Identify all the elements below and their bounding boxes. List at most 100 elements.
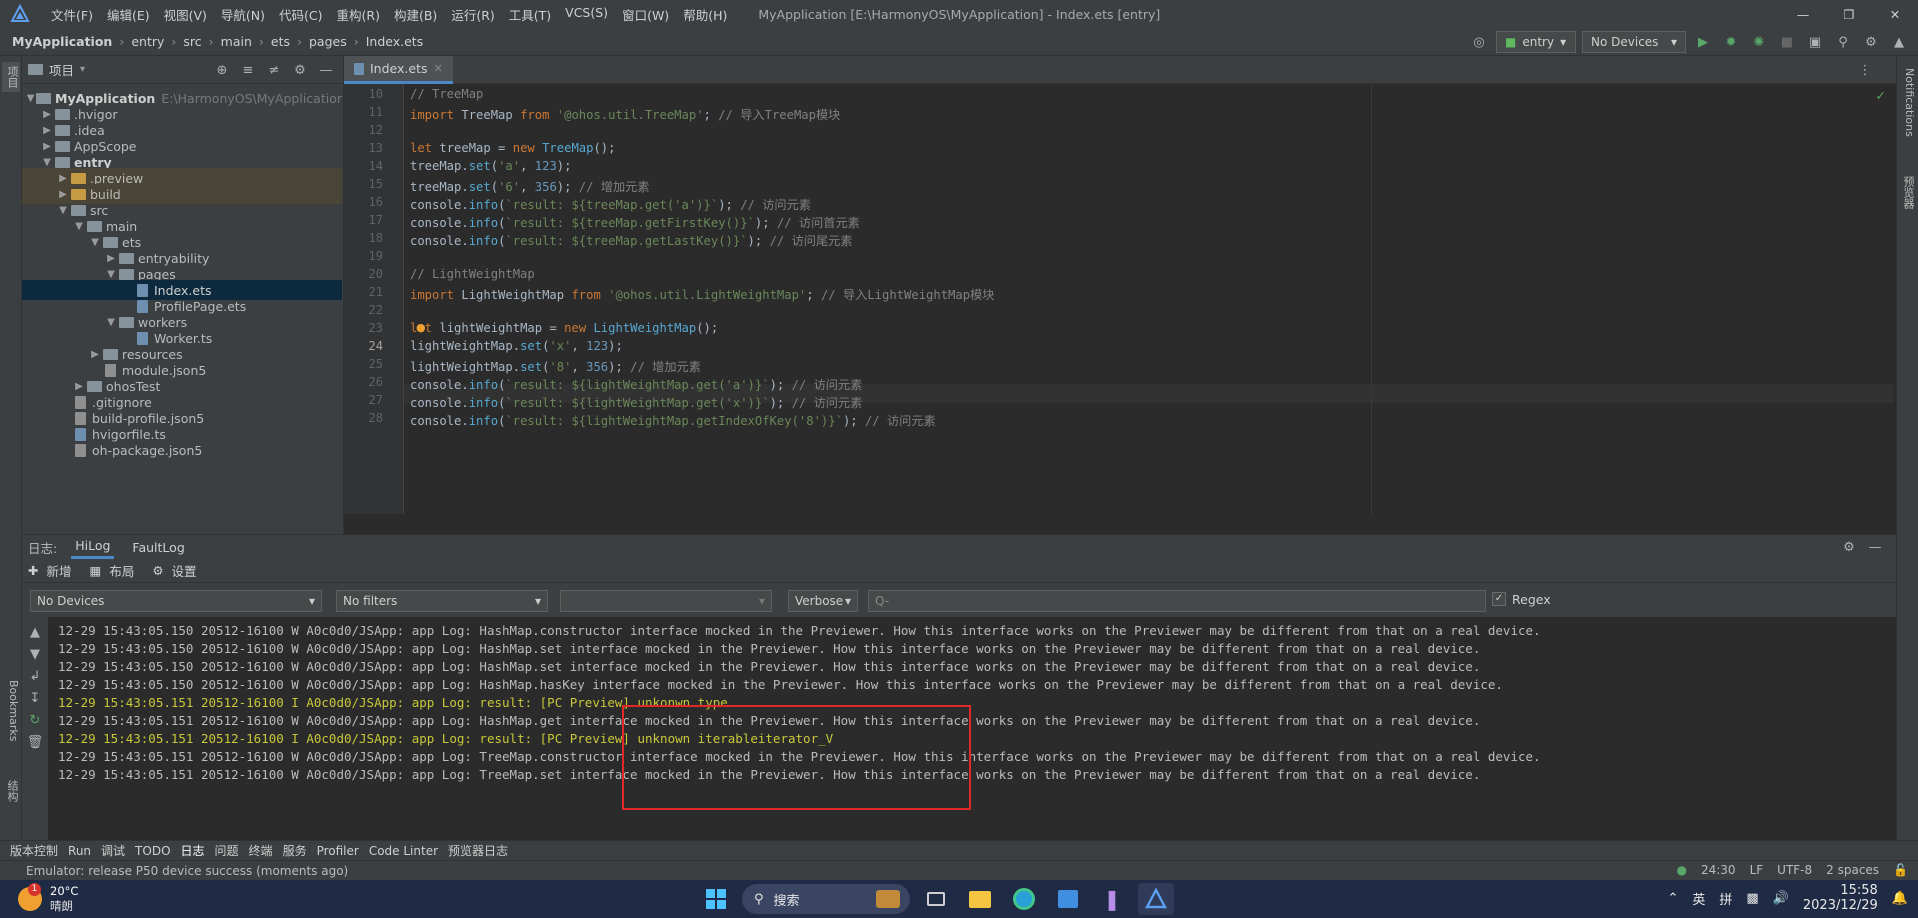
hide-icon[interactable]: — [1864, 536, 1886, 558]
collapse-all-icon[interactable]: ≠ [263, 59, 285, 81]
tab-version-control[interactable]: 版本控制 [10, 842, 58, 859]
tab-log[interactable]: 日志 [181, 842, 205, 859]
tab-todo[interactable]: TODO [135, 844, 170, 858]
tab-code-linter[interactable]: Code Linter [369, 844, 438, 858]
edge-browser-icon[interactable] [1006, 883, 1042, 915]
tab-profiler[interactable]: Profiler [317, 844, 359, 858]
chevron-right-icon[interactable]: ▶ [40, 125, 54, 136]
target-icon[interactable]: ◎ [1468, 31, 1490, 53]
breadcrumb-file[interactable]: Index.ets [366, 34, 424, 49]
menu-window[interactable]: 窗口(W) [615, 5, 676, 24]
chevron-down-icon[interactable]: ▾ [80, 64, 85, 75]
deveco-studio-icon[interactable] [1138, 883, 1174, 915]
tab-debug[interactable]: 调试 [101, 842, 125, 859]
editor-tab-index[interactable]: Index.ets ✕ [344, 56, 453, 84]
hide-icon[interactable]: — [315, 59, 337, 81]
regex-checkbox[interactable]: ✓ [1492, 592, 1506, 606]
close-icon[interactable]: ✕ [434, 62, 443, 75]
chevron-down-icon[interactable]: ▼ [56, 205, 70, 216]
device-manager-icon[interactable]: ▣ [1804, 31, 1826, 53]
log-search-input[interactable]: Q- [868, 590, 1486, 612]
lock-icon[interactable]: 🔓 [1893, 863, 1908, 877]
chevron-down-icon[interactable]: ▼ [40, 157, 54, 168]
chevron-down-icon[interactable]: ▼ [104, 317, 118, 328]
settings-button[interactable]: 设置 [172, 561, 197, 580]
soft-wrap-icon[interactable]: ↲ [24, 665, 46, 687]
search-icon[interactable]: ⚲ [1832, 31, 1854, 53]
breadcrumb-src[interactable]: src [183, 34, 201, 49]
attach-debugger-icon[interactable]: ✺ [1748, 31, 1770, 53]
log-output[interactable]: 12-29 15:43:05.150 20512-16100 W A0c0d0/… [48, 617, 1896, 841]
tree-item[interactable]: oh-package.json5 [22, 440, 342, 460]
caret-position[interactable]: 24:30 [1701, 863, 1736, 877]
breadcrumb-project[interactable]: MyApplication [12, 34, 112, 49]
gear-icon[interactable]: ⚙ [152, 563, 163, 578]
add-icon[interactable]: ✚ [28, 563, 38, 578]
tab-previewer-log[interactable]: 预览器日志 [448, 842, 508, 859]
project-tool-tab[interactable]: 项目 [2, 62, 20, 92]
breadcrumb-pages[interactable]: pages [309, 34, 347, 49]
ime-mode[interactable]: 拼 [1719, 889, 1732, 908]
scroll-to-end-icon[interactable]: ↧ [24, 687, 46, 709]
menu-help[interactable]: 帮助(H) [676, 5, 734, 24]
volume-icon[interactable]: 🔊 [1773, 891, 1789, 906]
network-icon[interactable]: ▩ [1746, 891, 1758, 906]
chevron-right-icon[interactable]: ▶ [56, 173, 70, 184]
tab-terminal[interactable]: 终端 [249, 842, 273, 859]
filter-select[interactable]: No filters ▾ [336, 590, 548, 612]
indent-setting[interactable]: 2 spaces [1826, 863, 1879, 877]
layout-icon[interactable]: ▦ [90, 563, 102, 578]
menu-navigate[interactable]: 导航(N) [214, 5, 272, 24]
chevron-right-icon[interactable]: ▶ [88, 349, 102, 360]
ime-language[interactable]: 英 [1692, 889, 1705, 908]
breadcrumb-main[interactable]: main [221, 34, 252, 49]
breadcrumb-ets[interactable]: ets [271, 34, 290, 49]
clock[interactable]: 15:58 2023/12/29 [1803, 883, 1878, 913]
layout-button[interactable]: 布局 [109, 561, 134, 580]
chevron-right-icon[interactable]: ▶ [104, 253, 118, 264]
breadcrumb-entry[interactable]: entry [131, 34, 164, 49]
file-encoding[interactable]: UTF-8 [1777, 863, 1812, 877]
weather-widget[interactable]: 1 20°C 晴朗 [18, 883, 78, 914]
run-icon[interactable]: ▶ [1692, 31, 1714, 53]
menu-edit[interactable]: 编辑(E) [100, 5, 157, 24]
gear-icon[interactable]: ⚙ [1838, 536, 1860, 558]
level-select[interactable]: Verbose ▾ [788, 590, 858, 612]
more-tabs-icon[interactable]: ⋮ [1854, 59, 1876, 81]
visual-studio-icon[interactable]: ❚ [1094, 883, 1130, 915]
chevron-right-icon[interactable]: ▶ [40, 141, 54, 152]
chevron-right-icon[interactable]: ▶ [56, 189, 70, 200]
chevron-right-icon[interactable]: ▶ [40, 109, 54, 120]
chevron-down-icon[interactable]: ▼ [104, 269, 118, 280]
menu-code[interactable]: 代码(C) [272, 5, 329, 24]
tab-services[interactable]: 服务 [283, 842, 307, 859]
menu-build[interactable]: 构建(B) [387, 5, 444, 24]
device-select[interactable]: No Devices ▾ [1582, 31, 1686, 53]
lightbulb-icon[interactable]: ● [416, 321, 426, 334]
taskbar-search[interactable]: ⚲ 搜索 [742, 884, 910, 914]
scroll-up-icon[interactable]: ▲ [24, 621, 46, 643]
device-filter-select[interactable]: No Devices ▾ [30, 590, 322, 612]
close-icon[interactable]: ✕ [1872, 0, 1918, 28]
tab-hilog[interactable]: HiLog [71, 535, 115, 559]
debug-icon[interactable]: ✹ [1720, 31, 1742, 53]
scroll-down-icon[interactable]: ▼ [24, 643, 46, 665]
gear-icon[interactable]: ⚙ [289, 59, 311, 81]
chevron-down-icon[interactable]: ▼ [25, 93, 36, 104]
chevron-down-icon[interactable]: ▼ [88, 237, 102, 248]
restart-icon[interactable]: ↻ [24, 709, 46, 731]
tab-faultlog[interactable]: FaultLog [128, 535, 188, 559]
task-view-icon[interactable] [918, 883, 954, 915]
clear-log-icon[interactable]: 🗑 [24, 731, 46, 753]
store-icon[interactable] [1050, 883, 1086, 915]
line-separator[interactable]: LF [1750, 863, 1764, 877]
menu-run[interactable]: 运行(R) [444, 5, 501, 24]
bookmarks-tool-tab[interactable]: Bookmarks [2, 676, 20, 746]
menu-vcs[interactable]: VCS(S) [558, 5, 615, 24]
file-explorer-icon[interactable] [962, 883, 998, 915]
windows-start-icon[interactable] [698, 883, 734, 915]
menu-file[interactable]: 文件(F) [44, 5, 100, 24]
expand-all-icon[interactable]: ≡ [237, 59, 259, 81]
notification-bell-icon[interactable]: 🔔 [1892, 891, 1908, 906]
menu-view[interactable]: 视图(V) [157, 5, 214, 24]
